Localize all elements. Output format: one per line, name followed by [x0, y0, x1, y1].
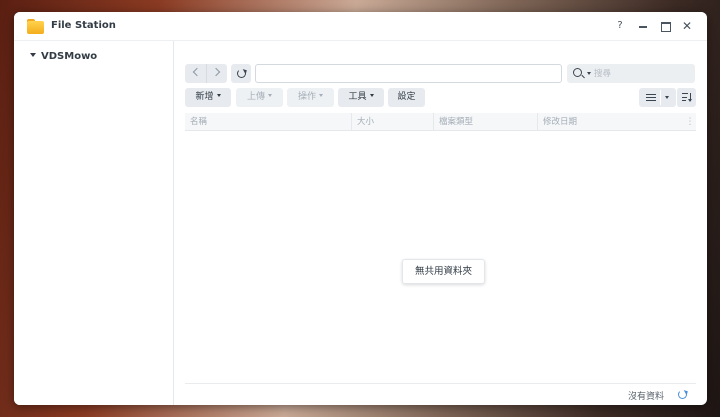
caret-down-icon	[268, 94, 272, 97]
refresh-icon	[236, 69, 246, 78]
close-button[interactable]: ✕	[679, 18, 695, 34]
column-header-name[interactable]: 名稱	[185, 113, 352, 131]
action-button[interactable]: 操作	[287, 88, 334, 107]
tools-button-label: 工具	[348, 92, 367, 102]
view-mode-button[interactable]	[639, 88, 676, 107]
minimize-button[interactable]	[635, 18, 651, 34]
refresh-icon	[677, 389, 687, 399]
maximize-button[interactable]	[657, 18, 673, 34]
main-panel: 新增 上傳 操作 工具 設定 名稱 大小 檔案類型 修改日期 ⋮ 無共用資料夾	[175, 41, 707, 405]
tools-button[interactable]: 工具	[338, 88, 384, 107]
title-bar[interactable]: File Station ? ✕	[14, 12, 707, 41]
help-button[interactable]: ?	[612, 18, 628, 34]
search-input[interactable]	[594, 66, 690, 81]
caret-down-icon[interactable]	[30, 53, 36, 57]
new-button[interactable]: 新增	[185, 88, 231, 107]
column-header-type[interactable]: 檔案類型	[434, 113, 538, 131]
path-input[interactable]	[255, 64, 562, 83]
caret-down-icon	[369, 94, 374, 97]
column-menu-icon[interactable]: ⋮	[684, 113, 696, 131]
column-header-modified[interactable]: 修改日期	[538, 113, 684, 131]
forward-button[interactable]	[206, 64, 227, 83]
chevron-left-icon	[192, 67, 202, 77]
tree-root-label: VDSMowo	[41, 51, 98, 62]
folder-app-icon	[27, 19, 44, 34]
chevron-right-icon	[211, 67, 220, 77]
status-text: 沒有資料	[627, 392, 664, 402]
upload-button-label: 上傳	[246, 92, 265, 102]
upload-button[interactable]: 上傳	[236, 88, 283, 107]
sidebar: VDSMowo	[14, 41, 174, 405]
view-mode-caret-icon[interactable]	[665, 96, 669, 99]
window-title: File Station	[51, 20, 116, 31]
column-header-size[interactable]: 大小	[352, 113, 434, 131]
action-button-label: 操作	[297, 92, 316, 102]
list-view-icon	[646, 94, 656, 101]
new-button-label: 新增	[195, 92, 214, 102]
file-list-header: 名稱 大小 檔案類型 修改日期 ⋮	[185, 113, 696, 131]
file-station-window: File Station ? ✕ VDSMowo 新增 上傳 操作 工具 設定	[14, 12, 707, 405]
status-bar: 沒有資料	[185, 383, 696, 405]
caret-down-icon	[216, 94, 221, 97]
refresh-button[interactable]	[231, 64, 251, 83]
caret-down-icon	[319, 94, 323, 97]
sidebar-tree-root[interactable]: VDSMowo	[30, 51, 97, 62]
back-button[interactable]	[185, 64, 206, 83]
search-options-caret-icon[interactable]	[587, 72, 591, 75]
empty-message: 無共用資料夾	[402, 259, 485, 284]
search-box[interactable]	[567, 64, 695, 83]
sort-button[interactable]	[676, 88, 696, 107]
search-icon[interactable]	[573, 68, 582, 77]
sort-icon	[682, 93, 693, 102]
settings-button[interactable]: 設定	[388, 88, 425, 107]
status-refresh-button[interactable]	[676, 388, 688, 400]
